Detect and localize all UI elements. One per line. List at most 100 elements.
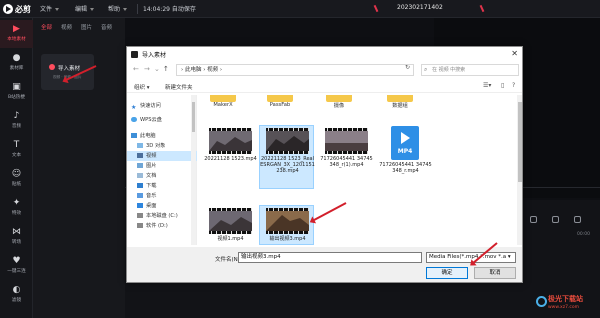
back-icon[interactable]: ←	[133, 65, 139, 73]
sidebar-item-label: 一键三连	[7, 269, 26, 274]
menu-edit-label: 编辑	[75, 6, 88, 13]
file-item[interactable]: 71726045441 34745348_r(1).mp4	[318, 125, 373, 187]
nav-item-label: 视频	[146, 153, 157, 159]
sidebar-item-label: 贴纸	[11, 182, 22, 187]
video-thumbnail	[266, 128, 309, 154]
file-item[interactable]: 视频1.mp4	[202, 205, 257, 245]
file-item[interactable]: MP4 71726045441 34745348_r.mp4	[377, 125, 432, 187]
sidebar-item-effects[interactable]: ✦ 特效	[0, 194, 33, 222]
folder-item[interactable]: 摄像	[318, 95, 360, 115]
text-icon: T	[13, 140, 20, 150]
nav-item-desktop[interactable]: 桌面	[127, 201, 197, 211]
video-thumbnail	[209, 128, 252, 154]
up-icon[interactable]: ↑	[163, 65, 169, 73]
sidebar-item-label: 特效	[11, 211, 22, 216]
transition-icon: ⋈	[12, 227, 21, 237]
nav-item-drive-c[interactable]: 本地磁盘 (C:)	[127, 211, 197, 221]
sidebar-item-bilibili[interactable]: ▣ B站热梗	[0, 78, 33, 106]
sidebar-item-label: 本地素材	[7, 37, 26, 42]
fit-icon[interactable]	[530, 216, 537, 223]
sidebar-item-library[interactable]: ● 素材库	[0, 49, 33, 77]
sidebar-item-transition[interactable]: ⋈ 转场	[0, 223, 33, 251]
magnet-icon[interactable]	[574, 216, 581, 223]
sidebar-item-triple[interactable]: ♥ 一键三连	[0, 252, 33, 280]
file-list: MakerX PassFab 摄像 数据组 20221128 1523.mp4 …	[199, 95, 517, 245]
file-name: 71726045441 34745348_r(1).mp4	[320, 156, 373, 168]
nav-item-downloads[interactable]: 下载	[127, 181, 197, 191]
tab-audio[interactable]: 音频	[101, 23, 112, 31]
file-item[interactable]: 20221128 1523_RealESRGAN_3X_1201151238.m…	[259, 125, 315, 189]
menu-file-label: 文件	[40, 6, 53, 13]
menu-help-label: 帮助	[108, 6, 121, 13]
refresh-icon[interactable]: ↻	[405, 64, 410, 71]
folder-item[interactable]: MakerX	[202, 95, 244, 115]
nav-item-3d-objects[interactable]: 3D 对象	[127, 141, 197, 151]
sidebar-item-sticker[interactable]: ☺ 贴纸	[0, 165, 33, 193]
split-icon[interactable]	[552, 216, 559, 223]
nav-item-drive-d[interactable]: 软件 (D:)	[127, 221, 197, 231]
nav-item-wps-cloud[interactable]: WPS云盘	[127, 115, 197, 125]
filter-icon: ◐	[12, 285, 21, 295]
video-folder-icon	[137, 153, 143, 158]
plus-icon	[49, 64, 55, 70]
bilibili-icon: ▣	[12, 82, 21, 92]
address-field[interactable]: › 此电脑 › 视频 ›	[176, 64, 414, 76]
nav-item-pictures[interactable]: 图片	[127, 161, 197, 171]
nav-item-quick-access[interactable]: ★ 快速访问	[127, 101, 197, 111]
effects-icon: ✦	[12, 198, 21, 208]
timeline-time: 00:00	[577, 232, 590, 237]
triple-icon: ♥	[12, 256, 21, 266]
menu-edit[interactable]: 编辑	[75, 4, 95, 13]
project-name[interactable]: 202302171402	[397, 4, 443, 11]
folder-item[interactable]: 数据组	[379, 95, 421, 115]
nav-item-this-pc[interactable]: 此电脑	[127, 131, 197, 141]
forward-icon[interactable]: →	[144, 65, 150, 73]
file-list-scrollbar-thumb[interactable]	[518, 102, 522, 182]
video-thumbnail	[325, 128, 368, 154]
watermark-url: www.xz7.com	[548, 305, 579, 310]
tab-image[interactable]: 图片	[81, 23, 92, 31]
video-thumbnail	[266, 208, 309, 234]
sidebar-item-local-media[interactable]: ▶ 本地素材	[0, 20, 33, 48]
aurora-icon	[536, 296, 547, 307]
sidebar-item-text[interactable]: T 文本	[0, 136, 33, 164]
sidebar-item-filter[interactable]: ◐ 滤镜	[0, 281, 33, 309]
media-tabs: 全部 视频 图片 音频	[41, 23, 112, 31]
nav-item-documents[interactable]: 文档	[127, 171, 197, 181]
file-item[interactable]: 20221128 1523.mp4	[202, 125, 257, 187]
sidebar-item-label: B站热梗	[8, 95, 25, 100]
filename-input[interactable]: 输出视频3.mp4	[238, 252, 422, 263]
chevron-down-icon[interactable]: ⌄	[154, 65, 160, 73]
folder-item[interactable]: PassFab	[259, 95, 301, 115]
import-dialog: 导入素材 ✕ ← → ⌄ ↑ › 此电脑 › 视频 › ↻ ⌕ 在 视频 中搜索 …	[126, 46, 523, 283]
close-icon[interactable]: ✕	[511, 49, 518, 58]
organize-button[interactable]: 组织 ▾	[134, 83, 150, 91]
new-folder-button[interactable]: 新建文件夹	[165, 83, 193, 91]
import-media-button[interactable]: 导入素材 视频 · 音频 · 图片	[41, 54, 94, 90]
menu-help[interactable]: 帮助	[108, 4, 128, 13]
tab-video[interactable]: 视频	[61, 23, 72, 31]
file-name: 视频1.mp4	[217, 236, 244, 242]
nav-scrollbar-thumb[interactable]	[192, 102, 195, 132]
cancel-button[interactable]: 取消	[474, 267, 516, 279]
tab-all[interactable]: 全部	[41, 23, 52, 31]
open-button[interactable]: 确定	[426, 267, 468, 279]
nav-item-videos[interactable]: 视频	[127, 151, 197, 161]
search-icon: ⌕	[424, 66, 428, 73]
file-item[interactable]: 输出视频3.mp4	[259, 205, 314, 245]
preview-pane-icon[interactable]: ▯	[501, 82, 504, 89]
sidebar-item-audio[interactable]: ♪ 音频	[0, 107, 33, 135]
dialog-titlebar: 导入素材 ✕	[127, 47, 522, 62]
search-input[interactable]: ⌕ 在 视频 中搜索	[421, 64, 519, 76]
nav-item-label: WPS云盘	[140, 117, 162, 123]
nav-item-music[interactable]: 音乐	[127, 191, 197, 201]
file-name: 20221128 1523.mp4	[204, 156, 257, 162]
app-logo-text: 必剪	[15, 4, 31, 14]
library-icon: ●	[12, 53, 21, 63]
app-window: 必剪 文件 编辑 帮助 14:04:29 自动保存 202302171402 ▶…	[0, 0, 600, 318]
help-icon[interactable]: ?	[512, 82, 515, 89]
download-icon	[137, 183, 143, 188]
view-options-icon[interactable]: ☰▾	[483, 82, 491, 89]
folder-icon	[210, 95, 236, 102]
menu-file[interactable]: 文件	[40, 4, 60, 13]
